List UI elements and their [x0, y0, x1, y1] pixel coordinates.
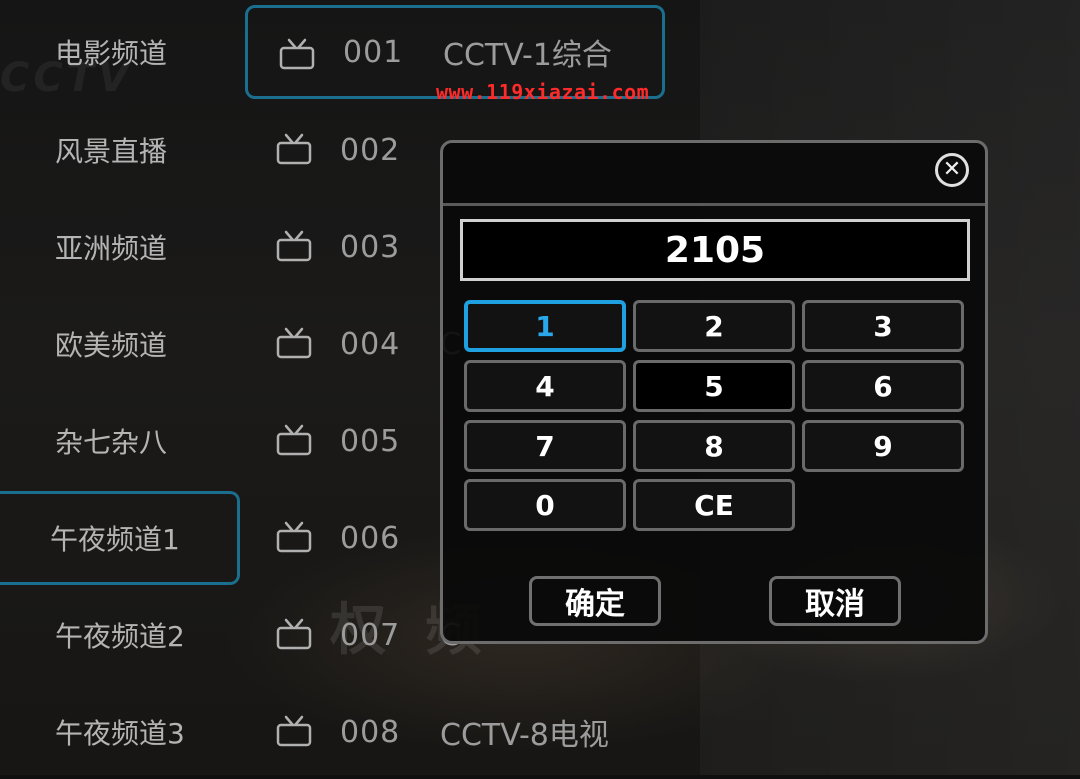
category-item[interactable]: 亚洲频道: [0, 200, 240, 294]
tv-icon: [275, 327, 313, 361]
key-1-button[interactable]: 1: [464, 300, 626, 352]
channel-number: 001: [343, 34, 404, 70]
channel-number: 002: [340, 132, 401, 168]
close-icon[interactable]: ✕: [935, 153, 969, 187]
tv-icon: [275, 230, 313, 264]
category-label: 杂七杂八: [55, 426, 168, 459]
tv-icon: [278, 38, 316, 72]
tv-icon: [275, 133, 313, 167]
key-0-button[interactable]: 0: [464, 479, 626, 531]
channel-item[interactable]: 008 CCTV-8电视: [245, 685, 665, 779]
category-label: 午夜频道1: [50, 523, 180, 556]
clear-entry-button[interactable]: CE: [633, 479, 795, 531]
key-9-button[interactable]: 9: [802, 420, 964, 472]
tv-icon: [275, 424, 313, 458]
key-7-button[interactable]: 7: [464, 420, 626, 472]
category-label: 电影频道: [55, 37, 168, 70]
category-item[interactable]: 电影频道: [0, 5, 240, 99]
category-item-selected[interactable]: 午夜频道1: [0, 491, 240, 585]
key-8-button[interactable]: 8: [633, 420, 795, 472]
channel-number: 006: [340, 520, 401, 556]
category-label: 欧美频道: [55, 329, 168, 362]
channel-number: 007: [340, 617, 401, 653]
tv-icon: [275, 521, 313, 555]
category-label: 风景直播: [55, 135, 168, 168]
category-label: 亚洲频道: [55, 232, 168, 265]
tv-icon: [275, 618, 313, 652]
channel-number: 003: [340, 229, 401, 265]
cancel-button[interactable]: 取消: [769, 576, 901, 626]
tv-icon: [275, 715, 313, 749]
channel-number: 004: [340, 326, 401, 362]
channel-number: 008: [340, 714, 401, 750]
watermark-text: www.119xiazai.com: [436, 80, 650, 104]
category-item[interactable]: 风景直播: [0, 103, 240, 197]
key-6-button[interactable]: 6: [802, 360, 964, 412]
key-3-button[interactable]: 3: [802, 300, 964, 352]
category-item[interactable]: 午夜频道2: [0, 588, 240, 682]
category-item[interactable]: 杂七杂八: [0, 394, 240, 488]
channel-number: 005: [340, 423, 401, 459]
category-label: 午夜频道2: [55, 620, 185, 653]
key-4-button[interactable]: 4: [464, 360, 626, 412]
key-2-button[interactable]: 2: [633, 300, 795, 352]
key-5-button[interactable]: 5: [633, 360, 795, 412]
category-label: 午夜频道3: [55, 717, 185, 750]
confirm-button[interactable]: 确定: [529, 576, 661, 626]
category-item[interactable]: 欧美频道: [0, 297, 240, 391]
channel-name: CCTV-1综合: [443, 38, 612, 73]
number-display: 2105: [460, 219, 970, 281]
dialog-header: ✕: [443, 143, 985, 206]
category-item[interactable]: 午夜频道3: [0, 685, 240, 779]
channel-name: CCTV-8电视: [440, 718, 609, 753]
channel-number-dialog: ✕ 2105 1 2 3 4 5 6 7 8 9 0 CE 确定 取消: [440, 140, 988, 644]
